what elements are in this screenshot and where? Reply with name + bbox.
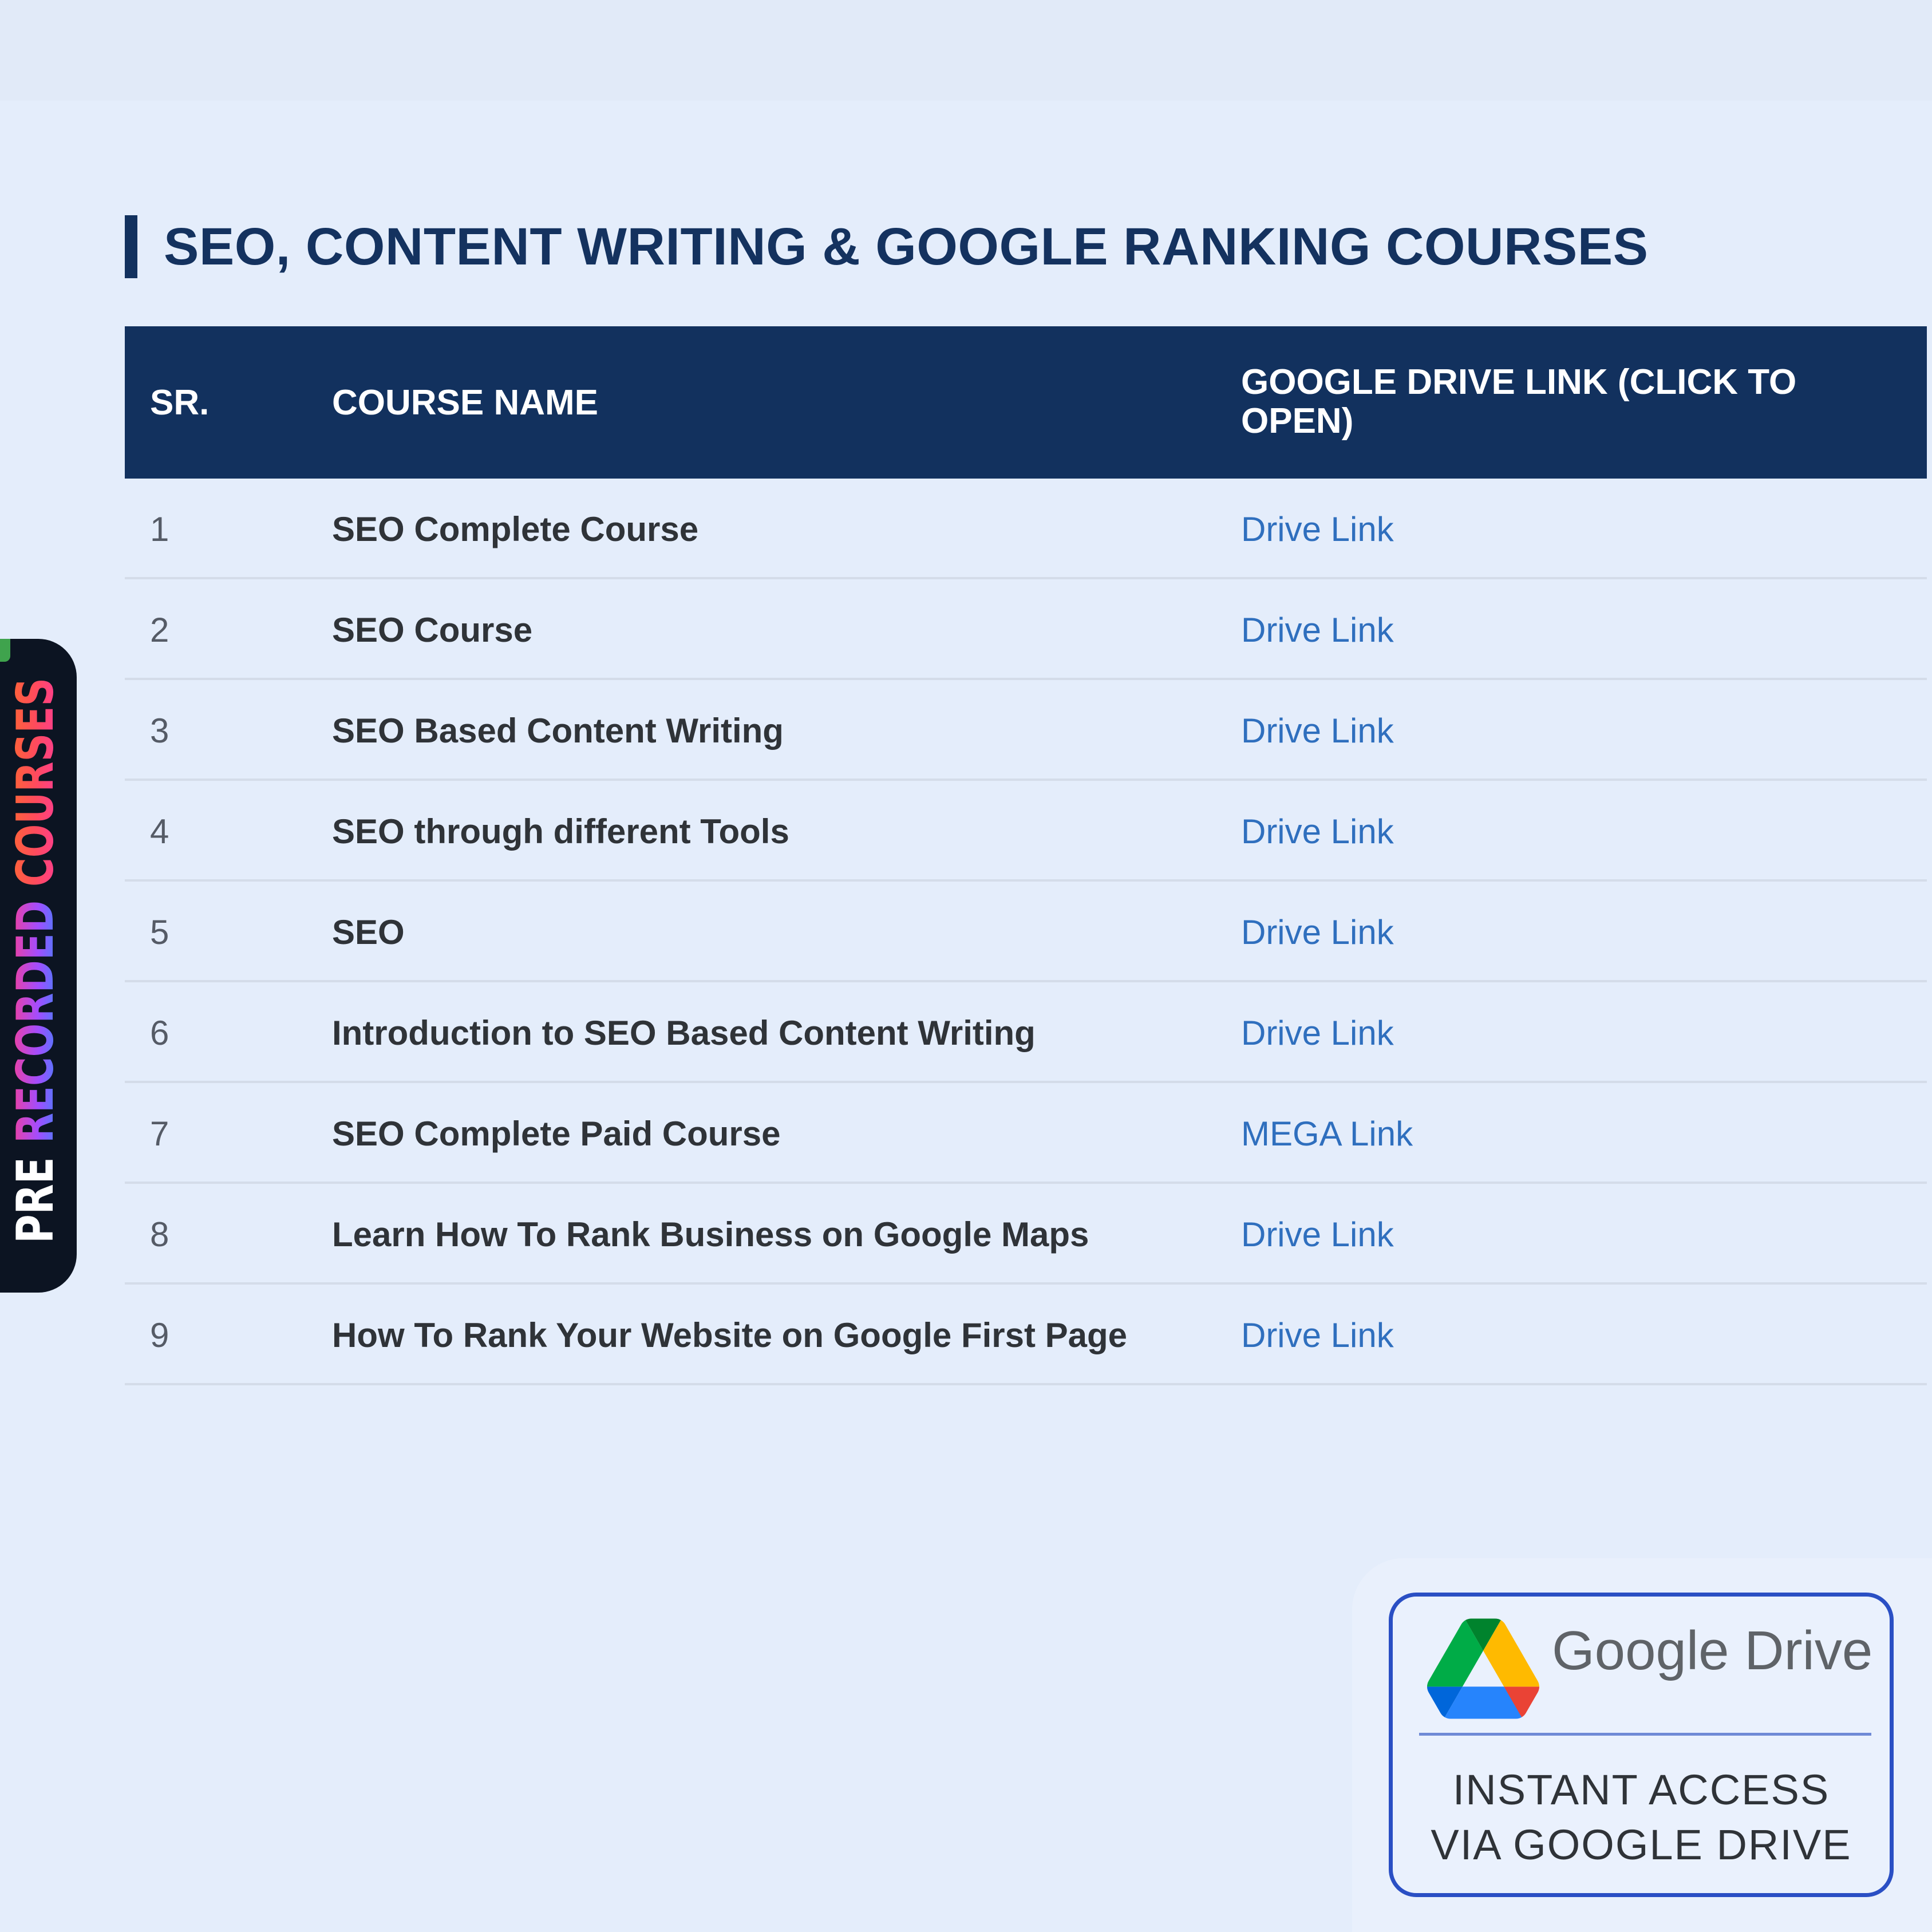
course-name: SEO through different Tools — [332, 812, 789, 851]
google-drive-icon — [1427, 1618, 1539, 1719]
course-name: SEO Complete Paid Course — [332, 1114, 781, 1153]
course-table: SR. COURSE NAME GOOGLE DRIVE LINK (CLICK… — [125, 326, 1927, 1385]
google-drive-wordmark: Google Drive — [1552, 1620, 1873, 1681]
course-name: SEO Course — [332, 610, 533, 649]
row-number: 9 — [150, 1315, 169, 1354]
course-name: Learn How To Rank Business on Google Map… — [332, 1215, 1089, 1254]
table-row: 3 SEO Based Content Writing Drive Link — [125, 680, 1927, 781]
row-number: 8 — [150, 1215, 169, 1254]
mega-link[interactable]: MEGA Link — [1241, 1083, 1413, 1184]
course-name: How To Rank Your Website on Google First… — [332, 1315, 1128, 1354]
table-row: 1 SEO Complete Course Drive Link — [125, 479, 1927, 579]
table-header: SR. COURSE NAME GOOGLE DRIVE LINK (CLICK… — [125, 326, 1927, 479]
drive-link[interactable]: Drive Link — [1241, 479, 1394, 579]
card-divider — [1419, 1733, 1871, 1736]
table-row: 6 Introduction to SEO Based Content Writ… — [125, 982, 1927, 1083]
drive-link[interactable]: Drive Link — [1241, 1285, 1394, 1385]
badge-label: PRE RECORDED COURSES — [6, 678, 65, 1243]
badge-word-recorded: RECORDED — [6, 900, 65, 1143]
drive-link[interactable]: Drive Link — [1241, 1184, 1394, 1285]
top-band — [0, 0, 1932, 101]
table-row: 7 SEO Complete Paid Course MEGA Link — [125, 1083, 1927, 1184]
row-number: 6 — [150, 1013, 169, 1052]
drive-link[interactable]: Drive Link — [1241, 680, 1394, 781]
row-number: 7 — [150, 1114, 169, 1153]
column-header-course-name: COURSE NAME — [332, 383, 599, 422]
section-heading: SEO, CONTENT WRITING & GOOGLE RANKING CO… — [125, 215, 1648, 278]
drive-link[interactable]: Drive Link — [1241, 982, 1394, 1083]
course-name: SEO Based Content Writing — [332, 711, 784, 750]
badge-word-courses: COURSES — [6, 678, 65, 887]
access-line-1: INSTANT ACCESS — [1452, 1766, 1830, 1814]
drive-link[interactable]: Drive Link — [1241, 579, 1394, 680]
column-header-sr: SR. — [150, 383, 210, 422]
badge-text-graphic: PRE RECORDED COURSES — [6, 678, 65, 1243]
row-number: 5 — [150, 912, 169, 951]
pre-recorded-courses-badge: PRE RECORDED COURSES — [0, 639, 77, 1293]
page-title: SEO, CONTENT WRITING & GOOGLE RANKING CO… — [164, 217, 1649, 276]
table-row: 4 SEO through different Tools Drive Link — [125, 781, 1927, 882]
row-number: 1 — [150, 509, 169, 548]
access-line-2: VIA GOOGLE DRIVE — [1431, 1821, 1852, 1868]
instant-access-text: INSTANT ACCESS VIA GOOGLE DRIVE — [1393, 1763, 1890, 1872]
table-row: 2 SEO Course Drive Link — [125, 579, 1927, 680]
row-number: 3 — [150, 711, 169, 750]
google-drive-card: Google Drive INSTANT ACCESS VIA GOOGLE D… — [1389, 1593, 1894, 1897]
table-row: 5 SEO Drive Link — [125, 882, 1927, 982]
course-name: Introduction to SEO Based Content Writin… — [332, 1013, 1036, 1052]
row-number: 2 — [150, 610, 169, 649]
column-header-drive-link: GOOGLE DRIVE LINK (CLICK TO OPEN) — [1241, 362, 1797, 441]
drive-link[interactable]: Drive Link — [1241, 781, 1394, 882]
table-row: 9 How To Rank Your Website on Google Fir… — [125, 1285, 1927, 1385]
title-accent-bar — [125, 215, 137, 278]
table-row: 8 Learn How To Rank Business on Google M… — [125, 1184, 1927, 1285]
course-name: SEO — [332, 912, 405, 951]
badge-word-pre: PRE — [6, 1157, 65, 1243]
row-number: 4 — [150, 812, 169, 851]
course-name: SEO Complete Course — [332, 509, 699, 548]
drive-link[interactable]: Drive Link — [1241, 882, 1394, 982]
